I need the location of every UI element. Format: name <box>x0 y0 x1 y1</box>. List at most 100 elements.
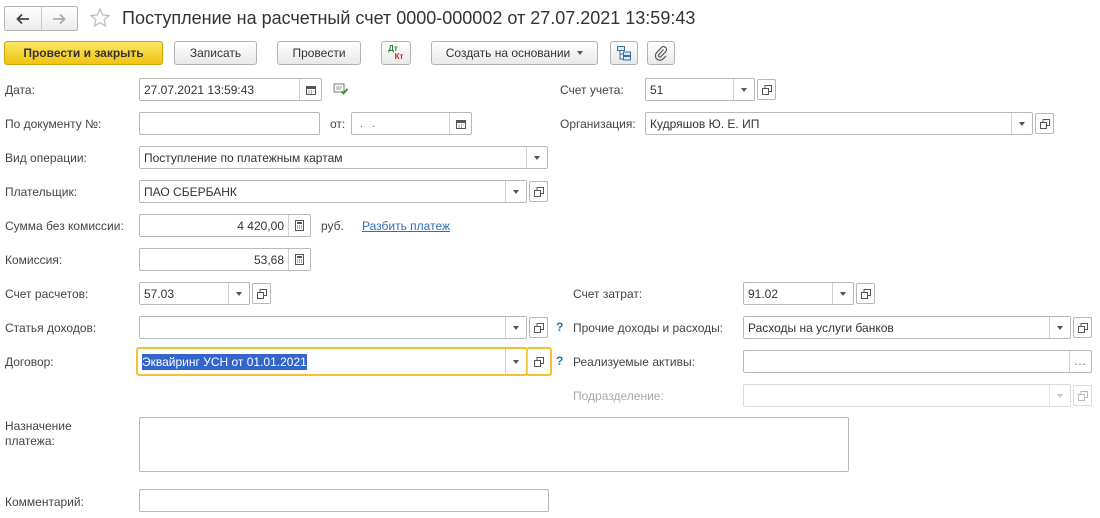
forward-button[interactable] <box>40 7 78 30</box>
arrow-left-icon <box>15 13 29 24</box>
cost-account-dropdown-button[interactable] <box>832 283 853 304</box>
sold-assets-field[interactable]: ... <box>743 350 1092 373</box>
comment-value <box>140 490 548 511</box>
cost-account-select[interactable]: 91.02 <box>743 282 854 305</box>
operation-label: Вид операции: <box>5 151 87 165</box>
account-dropdown-button[interactable] <box>733 79 754 100</box>
account-label: Счет учета: <box>560 83 624 97</box>
commission-calculator-button[interactable] <box>288 249 310 270</box>
income-item-value <box>140 317 505 338</box>
favorite-star-icon[interactable] <box>89 7 111 29</box>
organization-value: Кудряшов Ю. Е. ИП <box>650 116 760 131</box>
purpose-value <box>140 418 848 471</box>
arrow-right-icon <box>53 13 67 24</box>
chevron-down-icon <box>513 189 519 194</box>
contract-open-wrap <box>528 349 550 374</box>
department-open-button <box>1073 385 1092 406</box>
income-item-help-icon[interactable]: ? <box>556 320 563 334</box>
income-item-label: Статья доходов: <box>5 321 97 335</box>
ellipsis-icon: ... <box>1074 355 1087 368</box>
other-income-expense-select[interactable]: Расходы на услуги банков <box>743 316 1071 339</box>
settlement-account-dropdown-button[interactable] <box>228 283 249 304</box>
doc-number-input[interactable] <box>139 112 320 135</box>
chevron-down-icon <box>1057 393 1063 398</box>
split-payment-link[interactable]: Разбить платеж <box>362 219 450 233</box>
back-button[interactable] <box>5 7 41 30</box>
payer-select[interactable]: ПАО СБЕРБАНК <box>139 180 527 203</box>
amount-calculator-button[interactable] <box>288 215 310 236</box>
open-window-icon <box>1077 322 1088 333</box>
dt-kt-button[interactable]: Дт Кт <box>381 41 411 65</box>
operation-select[interactable]: Поступление по платежным картам <box>139 146 548 169</box>
contract-help-icon[interactable]: ? <box>556 354 563 368</box>
attachments-button[interactable] <box>647 41 675 65</box>
settlement-account-select[interactable]: 57.03 <box>139 282 250 305</box>
currency-label: руб. <box>321 219 344 233</box>
post-button[interactable]: Провести <box>277 41 361 65</box>
organization-dropdown-button[interactable] <box>1011 113 1032 134</box>
sold-assets-value <box>744 351 1069 372</box>
calculator-icon <box>295 254 304 265</box>
contract-dropdown-button[interactable] <box>505 349 526 374</box>
calendar-button[interactable] <box>299 79 321 100</box>
comment-input[interactable] <box>139 489 549 512</box>
amount-label: Сумма без комиссии: <box>5 219 124 233</box>
payer-open-button[interactable] <box>529 181 548 202</box>
department-label: Подразделение: <box>573 389 664 403</box>
doc-date-field[interactable]: . . <box>351 112 472 135</box>
date-field[interactable]: 27.07.2021 13:59:43 <box>139 78 322 101</box>
amount-input[interactable]: 4 420,00 <box>139 214 311 237</box>
cost-account-label: Счет затрат: <box>573 287 643 301</box>
contract-open-button[interactable] <box>527 348 551 375</box>
calendar-icon <box>455 119 466 129</box>
payer-value: ПАО СБЕРБАНК <box>144 184 237 199</box>
open-window-icon <box>256 288 267 299</box>
structure-button[interactable] <box>610 41 638 65</box>
contract-value: Эквайринг УСН от 01.01.2021 <box>142 353 307 370</box>
amount-value: 4 420,00 <box>237 218 284 233</box>
open-window-icon <box>1077 390 1088 401</box>
doc-calendar-button[interactable] <box>449 113 471 134</box>
date-value: 27.07.2021 13:59:43 <box>144 82 255 97</box>
income-item-dropdown-button[interactable] <box>505 317 526 338</box>
organization-open-button[interactable] <box>1035 113 1054 134</box>
other-income-expense-open-button[interactable] <box>1073 317 1092 338</box>
organization-label: Организация: <box>560 117 636 131</box>
doc-date-value: . . <box>356 117 377 130</box>
contract-label: Договор: <box>5 355 54 369</box>
post-and-close-button[interactable]: Провести и закрыть <box>4 41 163 65</box>
open-window-icon <box>534 356 544 367</box>
calculator-icon <box>295 220 304 231</box>
other-income-expense-dropdown-button[interactable] <box>1049 317 1070 338</box>
settlement-account-value: 57.03 <box>144 286 175 301</box>
organization-select[interactable]: Кудряшов Ю. Е. ИП <box>645 112 1033 135</box>
payer-dropdown-button[interactable] <box>505 181 526 202</box>
account-value: 51 <box>650 82 664 97</box>
create-based-on-button[interactable]: Создать на основании <box>431 41 598 65</box>
page-title: Поступление на расчетный счет 0000-00000… <box>122 8 696 28</box>
chevron-down-icon <box>513 325 519 330</box>
commission-value: 53,68 <box>253 252 284 267</box>
date-check-icon[interactable] <box>333 82 349 96</box>
other-income-expense-label: Прочие доходы и расходы: <box>573 321 724 335</box>
sold-assets-select-button[interactable]: ... <box>1069 351 1091 372</box>
commission-input[interactable]: 53,68 <box>139 248 311 271</box>
open-window-icon <box>860 288 871 299</box>
contract-select[interactable]: Эквайринг УСН от 01.01.2021 <box>137 348 527 375</box>
settlement-account-open-button[interactable] <box>252 283 271 304</box>
chevron-down-icon <box>741 87 747 92</box>
operation-dropdown-button[interactable] <box>526 147 547 168</box>
account-open-button[interactable] <box>757 79 776 100</box>
open-window-icon <box>1039 118 1050 129</box>
purpose-textarea[interactable] <box>139 417 849 472</box>
income-item-open-button[interactable] <box>529 317 548 338</box>
department-dropdown-button <box>1049 385 1070 406</box>
cost-account-value: 91.02 <box>748 286 779 301</box>
department-select <box>743 384 1071 407</box>
account-select[interactable]: 51 <box>645 78 755 101</box>
chevron-down-icon <box>534 155 540 160</box>
cost-account-open-button[interactable] <box>856 283 875 304</box>
save-button[interactable]: Записать <box>174 41 257 65</box>
income-item-select[interactable] <box>139 316 527 339</box>
create-based-on-label: Создать на основании <box>445 46 571 60</box>
